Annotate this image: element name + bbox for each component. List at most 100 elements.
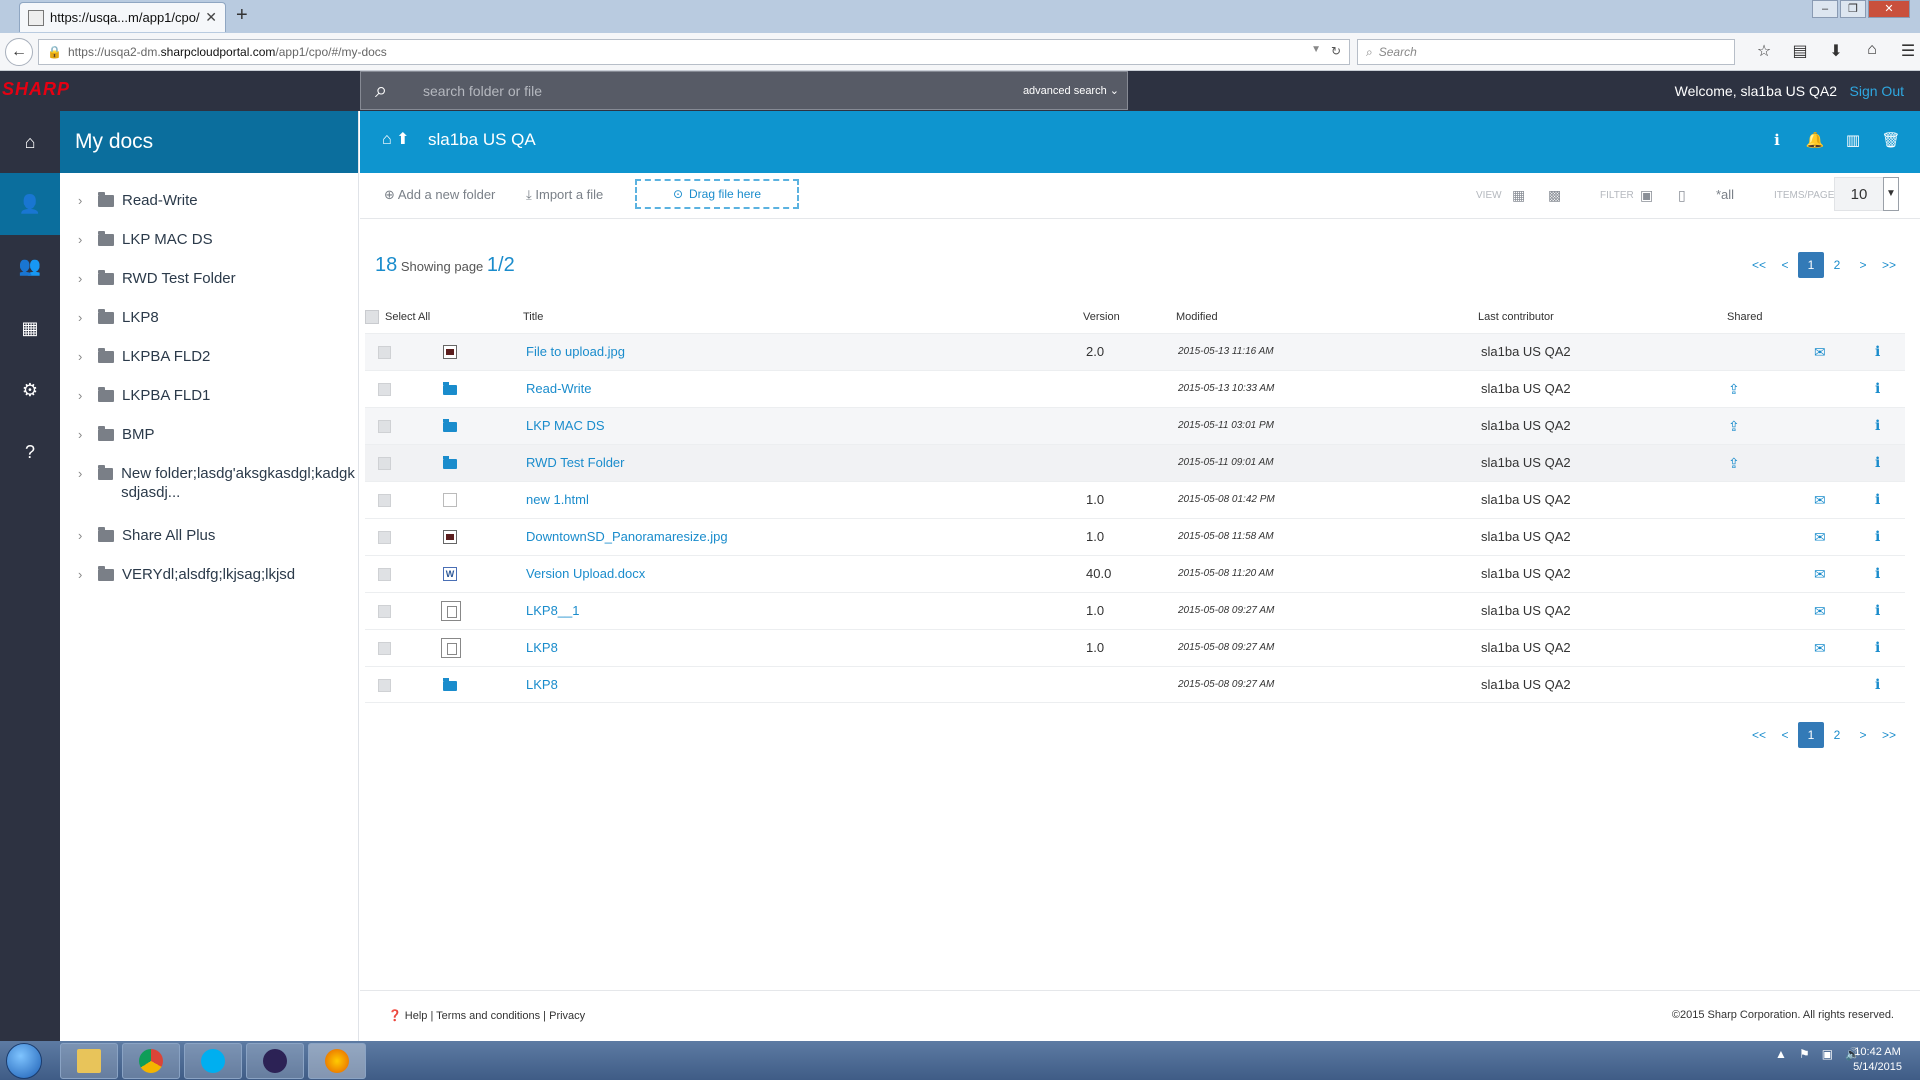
- row-checkbox[interactable]: [378, 531, 391, 544]
- settings-nav-icon[interactable]: ⚙: [0, 359, 60, 421]
- advanced-search-button[interactable]: advanced search ⌄: [1023, 84, 1119, 97]
- first-page-button[interactable]: <<: [1746, 252, 1772, 278]
- trash-icon[interactable]: 🗑: [1872, 131, 1910, 149]
- folder-tree-item[interactable]: › LKPBA FLD1: [60, 380, 358, 419]
- folder-tree-item[interactable]: › LKPBA FLD2: [60, 341, 358, 380]
- chevron-right-icon[interactable]: ›: [78, 308, 90, 327]
- info-icon[interactable]: ℹ: [1758, 131, 1796, 149]
- breadcrumb-home-icon[interactable]: ⌂ ⬆: [382, 129, 410, 149]
- info-icon[interactable]: i: [1875, 492, 1880, 508]
- next-page-button[interactable]: >: [1850, 252, 1876, 278]
- select-all-label[interactable]: Select All: [385, 311, 430, 323]
- table-row[interactable]: new 1.html 1.0 2015-05-08 01:42 PM sla1b…: [365, 481, 1905, 518]
- back-button[interactable]: ←: [5, 38, 33, 66]
- row-checkbox[interactable]: [378, 420, 391, 433]
- notification-bell-icon[interactable]: 🔔: [1796, 131, 1834, 149]
- file-title-link[interactable]: File to upload.jpg: [526, 344, 625, 359]
- folder-tree-item[interactable]: › Share All Plus: [60, 520, 358, 559]
- explorer-taskbar-button[interactable]: [60, 1043, 118, 1079]
- chevron-right-icon[interactable]: ›: [78, 347, 90, 366]
- file-title-link[interactable]: RWD Test Folder: [526, 455, 625, 470]
- folder-tree-item[interactable]: › LKP MAC DS: [60, 224, 358, 263]
- items-per-page-dropdown-icon[interactable]: ▼: [1883, 177, 1899, 211]
- info-icon[interactable]: i: [1875, 455, 1880, 471]
- help-link[interactable]: Help: [405, 1010, 428, 1022]
- document-nav-icon[interactable]: ▦: [0, 297, 60, 359]
- help-nav-icon[interactable]: ?: [0, 421, 60, 483]
- info-icon[interactable]: i: [1875, 603, 1880, 619]
- info-icon[interactable]: i: [1875, 640, 1880, 656]
- column-shared[interactable]: Shared: [1727, 311, 1762, 323]
- eclipse-taskbar-button[interactable]: [246, 1043, 304, 1079]
- document-filter-icon[interactable]: ▯: [1678, 187, 1686, 204]
- select-all-checkbox[interactable]: [365, 310, 379, 324]
- menu-icon[interactable]: ☰: [1890, 41, 1920, 61]
- folder-tree-item[interactable]: › RWD Test Folder: [60, 263, 358, 302]
- file-title-link[interactable]: Version Upload.docx: [526, 566, 645, 581]
- mail-icon[interactable]: ✉: [1814, 566, 1826, 583]
- mail-icon[interactable]: ✉: [1814, 603, 1826, 620]
- page-button-1[interactable]: 1: [1798, 722, 1824, 748]
- close-tab-icon[interactable]: ✕: [205, 9, 217, 26]
- mail-icon[interactable]: ✉: [1814, 492, 1826, 509]
- table-row[interactable]: Read-Write 2015-05-13 10:33 AM sla1ba US…: [365, 370, 1905, 407]
- file-title-link[interactable]: new 1.html: [526, 492, 589, 507]
- shared-upload-icon[interactable]: ⇪: [1728, 455, 1740, 472]
- prev-page-button[interactable]: <: [1772, 252, 1798, 278]
- info-icon[interactable]: i: [1875, 418, 1880, 434]
- row-checkbox[interactable]: [378, 642, 391, 655]
- row-checkbox[interactable]: [378, 494, 391, 507]
- filter-all[interactable]: *all: [1716, 187, 1734, 202]
- chevron-right-icon[interactable]: ›: [78, 464, 90, 483]
- last-page-button[interactable]: >>: [1876, 722, 1902, 748]
- folder-tree-item[interactable]: › Read-Write: [60, 185, 358, 224]
- folder-tree-item[interactable]: › LKP8: [60, 302, 358, 341]
- page-button-1[interactable]: 1: [1798, 252, 1824, 278]
- import-file-button[interactable]: ⤓ Import a file: [526, 187, 603, 203]
- info-icon[interactable]: i: [1875, 529, 1880, 545]
- close-window-button[interactable]: ✕: [1868, 0, 1910, 18]
- column-contributor[interactable]: Last contributor: [1478, 311, 1554, 323]
- mail-icon[interactable]: ✉: [1814, 640, 1826, 657]
- address-bar[interactable]: 🔒 https://usqa2-dm. sharpcloudportal.com…: [38, 39, 1350, 65]
- table-row[interactable]: RWD Test Folder 2015-05-11 09:01 AM sla1…: [365, 444, 1905, 481]
- add-folder-button[interactable]: ⊕ Add a new folder: [384, 187, 495, 203]
- network-icon[interactable]: ▣: [1822, 1047, 1833, 1061]
- start-button[interactable]: [6, 1043, 42, 1079]
- global-search[interactable]: ⌕ search folder or file advanced search …: [360, 71, 1128, 110]
- reading-list-icon[interactable]: ▤: [1782, 41, 1818, 61]
- folder-tree-item[interactable]: › BMP: [60, 419, 358, 458]
- next-page-button[interactable]: >: [1850, 722, 1876, 748]
- flag-icon[interactable]: ⚑: [1799, 1047, 1810, 1061]
- file-title-link[interactable]: LKP8: [526, 677, 558, 692]
- browser-search-input[interactable]: ⌕ Search: [1357, 39, 1735, 65]
- home-nav-icon[interactable]: ⌂: [0, 111, 60, 173]
- row-checkbox[interactable]: [378, 457, 391, 470]
- mail-icon[interactable]: ✉: [1814, 529, 1826, 546]
- chevron-right-icon[interactable]: ›: [78, 425, 90, 444]
- reload-icon[interactable]: ↻: [1331, 44, 1341, 58]
- file-title-link[interactable]: DowntownSD_Panoramaresize.jpg: [526, 529, 728, 544]
- chevron-right-icon[interactable]: ›: [78, 565, 90, 584]
- home-icon[interactable]: ⌂: [1854, 41, 1890, 61]
- info-icon[interactable]: i: [1875, 677, 1880, 693]
- privacy-link[interactable]: Privacy: [549, 1010, 585, 1022]
- table-row[interactable]: W Version Upload.docx 40.0 2015-05-08 11…: [365, 555, 1905, 592]
- minimize-button[interactable]: –: [1812, 0, 1838, 18]
- info-icon[interactable]: i: [1875, 344, 1880, 360]
- file-title-link[interactable]: LKP8__1: [526, 603, 580, 618]
- my-docs-nav-icon[interactable]: 👤: [0, 173, 60, 235]
- page-button-2[interactable]: 2: [1824, 722, 1850, 748]
- shared-upload-icon[interactable]: ⇪: [1728, 381, 1740, 398]
- file-title-link[interactable]: Read-Write: [526, 381, 592, 396]
- table-row[interactable]: File to upload.jpg 2.0 2015-05-13 11:16 …: [365, 333, 1905, 370]
- column-modified[interactable]: Modified: [1176, 311, 1218, 323]
- list-view-icon[interactable]: ▦: [1512, 187, 1525, 204]
- mail-icon[interactable]: ✉: [1814, 344, 1826, 361]
- column-title[interactable]: Title: [523, 311, 543, 323]
- image-filter-icon[interactable]: ▣: [1640, 187, 1653, 204]
- chrome-taskbar-button[interactable]: [122, 1043, 180, 1079]
- shared-upload-icon[interactable]: ⇪: [1728, 418, 1740, 435]
- chevron-right-icon[interactable]: ›: [78, 230, 90, 249]
- chevron-right-icon[interactable]: ›: [78, 386, 90, 405]
